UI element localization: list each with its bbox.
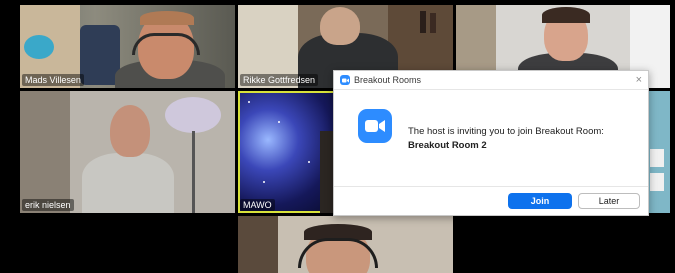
star: [263, 181, 265, 183]
person-head: [110, 105, 150, 157]
backpack-object: [80, 25, 120, 85]
star: [308, 161, 310, 163]
person-body: [82, 153, 174, 213]
video-tile-mads[interactable]: Mads Villesen: [20, 5, 235, 88]
participant-name: erik nielsen: [22, 199, 74, 211]
zoom-app-icon: [340, 75, 350, 85]
participant-name: Rikke Gottfredsen: [240, 74, 319, 86]
star: [248, 101, 250, 103]
video-tile-6[interactable]: [646, 91, 670, 213]
person-head: [320, 7, 360, 45]
video-tile-mawo[interactable]: MAWO: [238, 91, 338, 213]
join-button[interactable]: Join: [508, 193, 572, 209]
ball-object: [24, 35, 54, 59]
participant-name: Mads Villesen: [22, 74, 84, 86]
lamp-stand: [192, 131, 195, 213]
close-icon[interactable]: ×: [636, 74, 642, 86]
frame-object: [650, 149, 664, 167]
invitation-text: The host is inviting you to join Breakou…: [408, 126, 604, 137]
video-tile-erik[interactable]: erik nielsen: [20, 91, 235, 213]
bookshelf-background: [238, 216, 278, 273]
dialog-titlebar[interactable]: Breakout Rooms ×: [334, 71, 648, 90]
bottle-object: [420, 11, 426, 33]
video-tile-7[interactable]: [238, 216, 453, 273]
frame-object: [650, 173, 664, 191]
bottle-object: [430, 13, 436, 33]
bookshelf-background: [20, 91, 70, 213]
hair: [140, 11, 194, 25]
headset: [132, 33, 200, 55]
breakout-rooms-dialog: Breakout Rooms × The host is inviting yo…: [333, 70, 649, 216]
dialog-footer: Join Later: [334, 186, 648, 215]
lamp-object: [165, 97, 221, 133]
later-button[interactable]: Later: [578, 193, 640, 209]
breakout-room-name: Breakout Room 2: [408, 140, 487, 151]
hair: [542, 7, 590, 23]
invitation-message: The host is inviting you to join Breakou…: [408, 125, 604, 153]
participant-name: MAWO: [240, 199, 275, 211]
zoom-camera-icon: [358, 109, 392, 143]
dialog-title: Breakout Rooms: [354, 75, 422, 85]
star: [278, 121, 280, 123]
